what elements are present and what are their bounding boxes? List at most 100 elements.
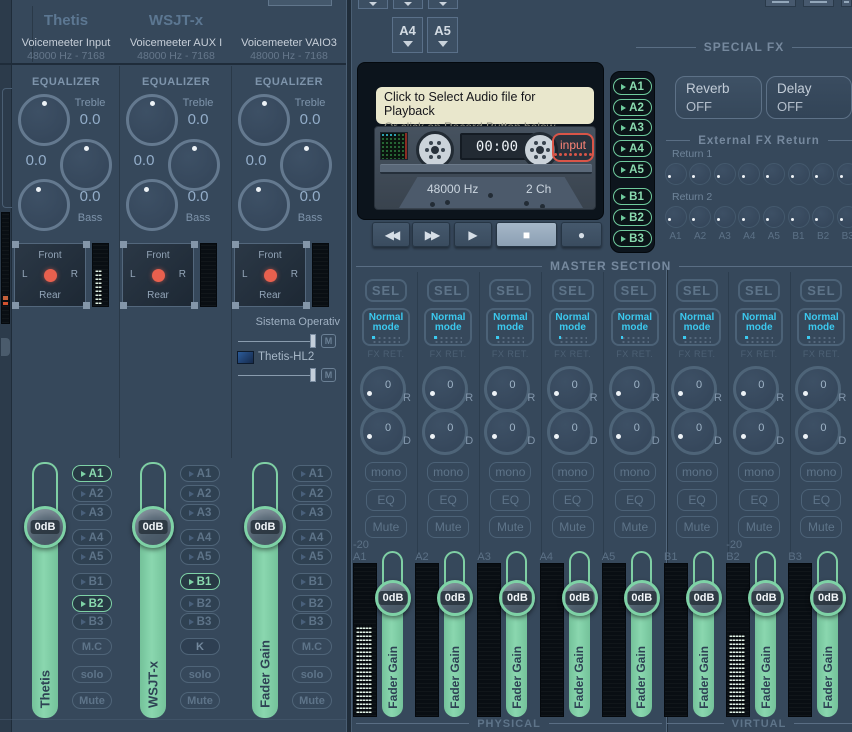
mono-button-B2[interactable]: mono bbox=[738, 462, 780, 482]
eq-button-A3[interactable]: EQ bbox=[490, 489, 530, 511]
fx-return-knob[interactable] bbox=[665, 206, 687, 228]
delay-send-knob[interactable]: 0 bbox=[671, 409, 717, 455]
mute-button-B2[interactable]: Mute bbox=[738, 516, 780, 538]
solo-button[interactable]: solo bbox=[180, 666, 220, 683]
mute-button-B3[interactable]: Mute bbox=[800, 516, 842, 538]
recorder-routing-B2[interactable]: B2 bbox=[613, 209, 652, 226]
fast-forward-button[interactable]: ▶▶ bbox=[412, 222, 450, 247]
fader-knob[interactable]: 0dB bbox=[244, 506, 286, 548]
routing-button-B3[interactable]: B3 bbox=[180, 613, 220, 630]
panner-position-dot[interactable] bbox=[44, 269, 57, 282]
fader-level[interactable]: Fader Gain bbox=[252, 526, 278, 718]
mode-button-B3[interactable]: Normalmode bbox=[797, 308, 845, 346]
eq-button-B2[interactable]: EQ bbox=[739, 489, 779, 511]
fx-return-knob[interactable] bbox=[788, 163, 810, 185]
routing-button-A1[interactable]: A1 bbox=[292, 465, 332, 482]
routing-button-A4[interactable]: A4 bbox=[72, 529, 112, 546]
mono-button-A3[interactable]: mono bbox=[489, 462, 531, 482]
fx-return-knob[interactable] bbox=[714, 163, 736, 185]
stop-button[interactable]: ■ bbox=[496, 222, 557, 247]
medium-knob[interactable] bbox=[168, 139, 220, 191]
app-mute-button[interactable]: M bbox=[321, 334, 336, 348]
routing-button-A3[interactable]: A3 bbox=[72, 504, 112, 521]
master-fader-knob-A5[interactable]: 0dB bbox=[624, 580, 660, 616]
panner-pad[interactable]: FrontRearLR bbox=[234, 243, 306, 307]
mute-button-B1[interactable]: Mute bbox=[676, 516, 718, 538]
delay-send-knob[interactable]: 0 bbox=[609, 409, 655, 455]
fx-return-knob[interactable] bbox=[837, 206, 852, 228]
sel-button-B2[interactable]: SEL bbox=[738, 279, 780, 302]
record-button[interactable]: ● bbox=[561, 222, 602, 247]
delay-send-knob[interactable]: 0 bbox=[360, 409, 406, 455]
fx-return-knob[interactable] bbox=[837, 163, 852, 185]
routing-button-A2[interactable]: A2 bbox=[72, 485, 112, 502]
recorder-file-select[interactable]: Click to Select Audio file for Playback … bbox=[376, 87, 594, 124]
mute-button-A2[interactable]: Mute bbox=[427, 516, 469, 538]
mode-button-A2[interactable]: Normalmode bbox=[424, 308, 472, 346]
mute-button-A1[interactable]: Mute bbox=[365, 516, 407, 538]
recorder-routing-A5[interactable]: A5 bbox=[613, 161, 652, 178]
fx-return-knob[interactable] bbox=[788, 206, 810, 228]
mode-button-A4[interactable]: Normalmode bbox=[549, 308, 597, 346]
medium-knob[interactable] bbox=[280, 139, 332, 191]
routing-button-A3[interactable]: A3 bbox=[292, 504, 332, 521]
delay-send-knob[interactable]: 0 bbox=[422, 409, 468, 455]
delay-send-knob[interactable]: 0 bbox=[795, 409, 841, 455]
window-button[interactable] bbox=[841, 0, 852, 7]
solo-button[interactable]: solo bbox=[72, 666, 112, 683]
treble-knob[interactable] bbox=[238, 94, 290, 146]
reverb-send-knob[interactable]: 0 bbox=[422, 366, 468, 412]
delay-button[interactable]: Delay OFF bbox=[766, 76, 852, 119]
mono-button-A2[interactable]: mono bbox=[427, 462, 469, 482]
app-volume-handle[interactable] bbox=[310, 334, 316, 348]
eq-button-B3[interactable]: EQ bbox=[801, 489, 841, 511]
recorder-routing-B1[interactable]: B1 bbox=[613, 188, 652, 205]
mono-button-A5[interactable]: mono bbox=[614, 462, 656, 482]
mute-button-A3[interactable]: Mute bbox=[489, 516, 531, 538]
eq-button-A4[interactable]: EQ bbox=[553, 489, 593, 511]
fx-return-knob[interactable] bbox=[812, 206, 834, 228]
mode-button-B1[interactable]: Normalmode bbox=[673, 308, 721, 346]
master-fader-knob-A1[interactable]: 0dB bbox=[375, 580, 411, 616]
panner-corner-handle[interactable] bbox=[12, 241, 19, 248]
reverb-send-knob[interactable]: 0 bbox=[671, 366, 717, 412]
fader-knob[interactable]: 0dB bbox=[132, 506, 174, 548]
mc-button[interactable]: M.C bbox=[292, 638, 332, 655]
recorder-input-toggle[interactable]: input bbox=[552, 133, 594, 162]
routing-button-A1[interactable]: A1 bbox=[72, 465, 112, 482]
mc-button[interactable]: K bbox=[180, 638, 220, 655]
mode-button-B2[interactable]: Normalmode bbox=[735, 308, 783, 346]
sel-button-A4[interactable]: SEL bbox=[552, 279, 594, 302]
master-fader-knob-A3[interactable]: 0dB bbox=[499, 580, 535, 616]
panner-corner-handle[interactable] bbox=[303, 302, 310, 309]
bass-knob[interactable] bbox=[126, 179, 178, 231]
window-button[interactable] bbox=[765, 0, 796, 7]
hw-out-selector-cut[interactable] bbox=[393, 0, 423, 9]
eq-button-A2[interactable]: EQ bbox=[428, 489, 468, 511]
routing-button-B3[interactable]: B3 bbox=[72, 613, 112, 630]
master-fader-knob-A4[interactable]: 0dB bbox=[562, 580, 598, 616]
sel-button-B1[interactable]: SEL bbox=[676, 279, 718, 302]
routing-button-A5[interactable]: A5 bbox=[292, 548, 332, 565]
fx-return-knob[interactable] bbox=[665, 163, 687, 185]
panner-corner-handle[interactable] bbox=[191, 241, 198, 248]
fx-return-knob[interactable] bbox=[738, 206, 760, 228]
mono-button-B3[interactable]: mono bbox=[800, 462, 842, 482]
routing-button-B1[interactable]: B1 bbox=[72, 573, 112, 590]
mode-button-A3[interactable]: Normalmode bbox=[486, 308, 534, 346]
app-mute-button[interactable]: M bbox=[321, 368, 336, 382]
panner-corner-handle[interactable] bbox=[120, 241, 127, 248]
recorder-routing-A1[interactable]: A1 bbox=[613, 78, 652, 95]
routing-button-B1[interactable]: B1 bbox=[292, 573, 332, 590]
mono-button-A4[interactable]: mono bbox=[552, 462, 594, 482]
medium-knob[interactable] bbox=[60, 139, 112, 191]
sel-button-A5[interactable]: SEL bbox=[614, 279, 656, 302]
rewind-button[interactable]: ◀◀ bbox=[372, 222, 410, 247]
mode-button-A1[interactable]: Normalmode bbox=[362, 308, 410, 346]
panner-corner-handle[interactable] bbox=[83, 241, 90, 248]
mute-button[interactable]: Mute bbox=[292, 692, 332, 709]
panner-pad[interactable]: FrontRearLR bbox=[14, 243, 86, 307]
fader-level[interactable]: WSJT-x bbox=[140, 526, 166, 718]
sel-button-B3[interactable]: SEL bbox=[800, 279, 842, 302]
recorder-routing-B3[interactable]: B3 bbox=[613, 230, 652, 247]
